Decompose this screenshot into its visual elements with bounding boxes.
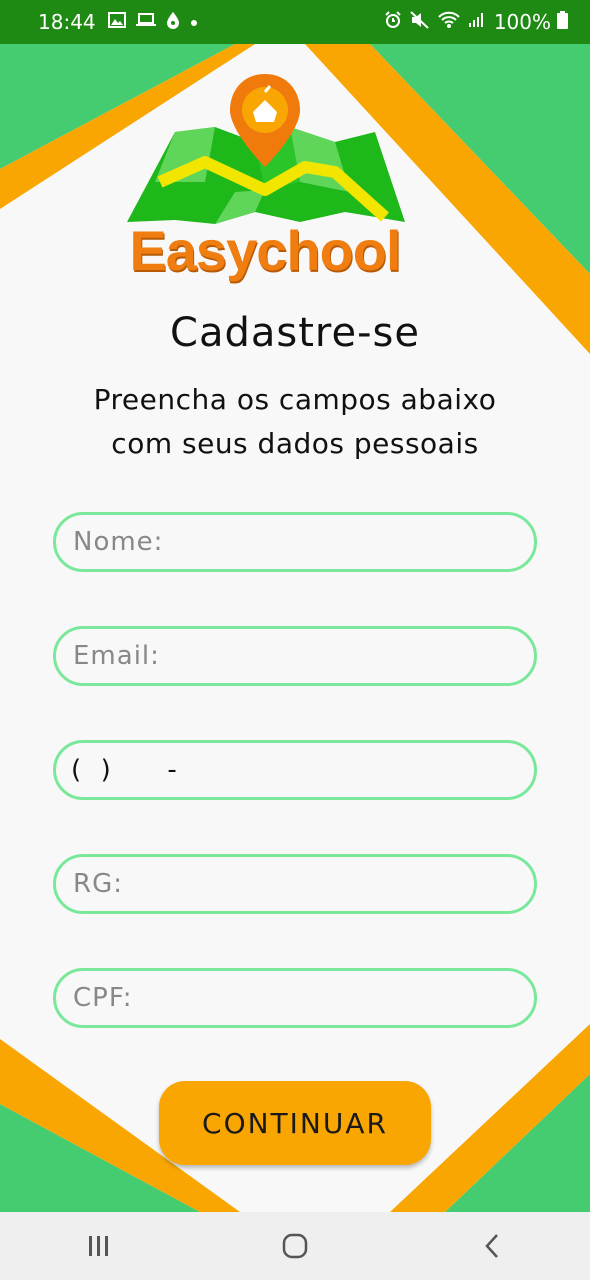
phone-mask[interactable]: ( ) - (71, 755, 178, 785)
rg-input[interactable] (71, 868, 534, 900)
status-right: 100% (384, 10, 568, 34)
page-title: Cadastre-se (170, 310, 420, 356)
cpf-field[interactable] (53, 968, 537, 1028)
drop-icon (166, 11, 180, 33)
system-nav-bar (0, 1212, 590, 1280)
signal-icon (468, 12, 484, 32)
page-subtitle: Preencha os campos abaixo com seus dados… (0, 378, 590, 466)
back-icon (484, 1234, 498, 1258)
status-time: 18:44 (38, 10, 96, 34)
rg-field[interactable] (53, 854, 537, 914)
name-input[interactable] (71, 526, 534, 558)
phone-field[interactable]: ( ) - (53, 740, 537, 800)
status-bar: 18:44 100% (0, 0, 590, 44)
battery-icon (557, 11, 568, 33)
laptop-icon (135, 12, 156, 32)
subtitle-line-1: Preencha os campos abaixo (93, 383, 497, 416)
recent-apps-icon (89, 1236, 109, 1256)
continue-button[interactable]: CONTINUAR (159, 1081, 431, 1165)
mute-icon (410, 11, 430, 33)
subtitle-line-2: com seus dados pessoais (111, 427, 479, 460)
gallery-icon (107, 12, 126, 32)
map-pin-logo-icon (127, 74, 405, 224)
battery-percent: 100% (493, 10, 551, 34)
alarm-icon (384, 11, 402, 33)
wifi-icon (438, 11, 460, 33)
recent-apps-button[interactable] (68, 1216, 128, 1276)
home-icon (282, 1233, 308, 1259)
email-field[interactable] (53, 626, 537, 686)
dot-icon (190, 13, 198, 31)
app-logo: Easychool (115, 72, 415, 287)
home-button[interactable] (265, 1216, 325, 1276)
name-field[interactable] (53, 512, 537, 572)
logo-text: Easychool (129, 219, 401, 282)
back-button[interactable] (462, 1216, 522, 1276)
email-input[interactable] (71, 640, 534, 672)
cpf-input[interactable] (71, 982, 534, 1014)
